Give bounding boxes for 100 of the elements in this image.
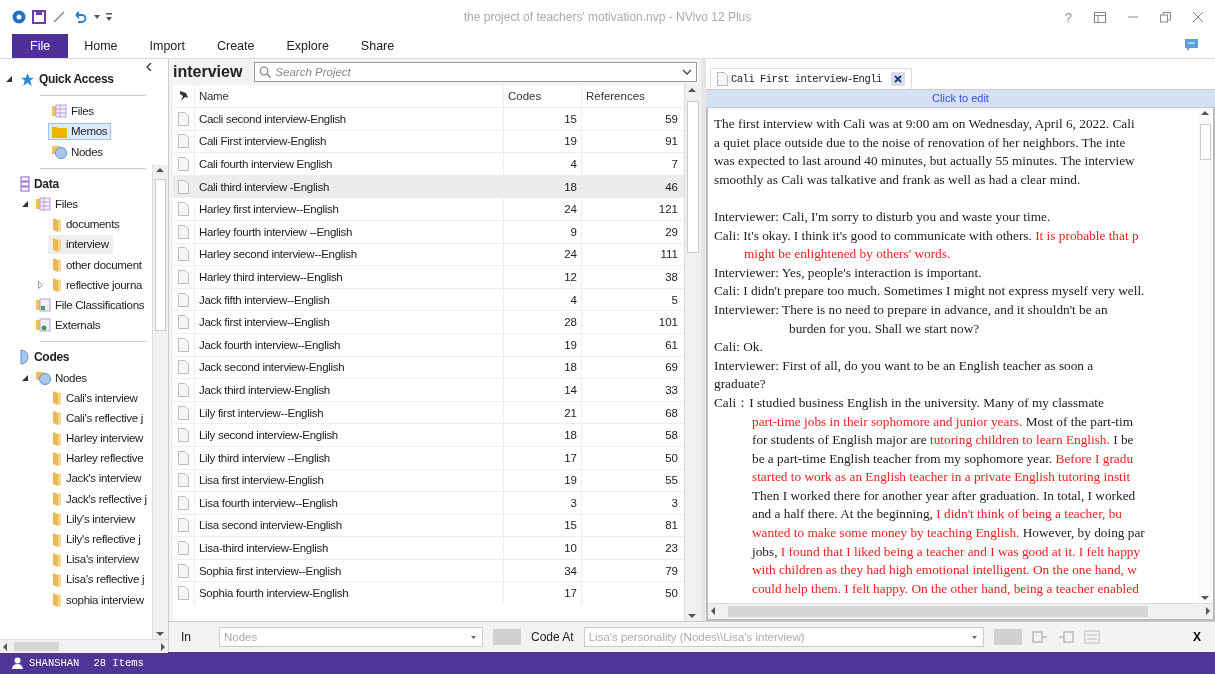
scrollbar[interactable] xyxy=(152,165,168,639)
tree-item[interactable]: Nodes xyxy=(48,142,107,161)
table-row[interactable]: Jack second interview-English 18 69 xyxy=(173,355,684,379)
ribbon-display-icon[interactable] xyxy=(1094,11,1106,23)
close-button[interactable]: X xyxy=(1187,629,1207,645)
tree-item[interactable]: Lisa's interview xyxy=(48,549,143,569)
customize-icon[interactable] xyxy=(106,13,112,21)
chevron-down-icon[interactable] xyxy=(682,69,692,75)
tree-item[interactable]: Files xyxy=(48,102,98,121)
expanded-arrow-icon[interactable] xyxy=(22,201,28,208)
scrollbar[interactable] xyxy=(684,85,701,621)
tree-item[interactable]: File Classifications xyxy=(32,295,149,314)
document-icon xyxy=(178,518,189,533)
table-row[interactable]: Lisa fourth interview--English 3 3 xyxy=(173,491,684,514)
document-icon xyxy=(178,586,189,601)
table-row[interactable]: Jack fourth interview--English 19 61 xyxy=(173,332,684,356)
table-row[interactable]: Harley third interview--English 12 38 xyxy=(173,265,684,288)
undo-icon[interactable] xyxy=(72,10,88,24)
table-row[interactable]: Sophia fourth interview-English 17 50 xyxy=(173,581,684,605)
tree-item[interactable]: interview xyxy=(48,234,113,254)
pencil-icon[interactable] xyxy=(52,10,66,24)
pin-icon[interactable] xyxy=(177,90,190,102)
tree-item[interactable]: Memos xyxy=(48,122,112,140)
expanded-arrow-icon[interactable] xyxy=(22,374,28,381)
table-cell: Cali third interview -English xyxy=(199,180,329,193)
table-row[interactable]: Jack third interview-English 14 33 xyxy=(173,378,684,401)
ribbon-tab[interactable]: File xyxy=(12,34,69,58)
table-row[interactable]: Cali third interview -English 18 46 xyxy=(173,174,684,198)
table-row[interactable]: Lily third interview --English 17 50 xyxy=(173,445,684,469)
tree-item[interactable]: Lily's reflective j xyxy=(48,529,145,549)
tree-item[interactable]: Quick Access xyxy=(16,69,118,89)
expanded-arrow-icon[interactable] xyxy=(6,76,12,83)
ribbon-tab[interactable]: Import xyxy=(133,34,201,58)
ribbon-tab[interactable]: Create xyxy=(200,34,271,58)
click-to-edit-bar[interactable]: Click to edit xyxy=(706,90,1215,108)
collapse-icon[interactable] xyxy=(146,63,152,71)
tree-item[interactable]: Data xyxy=(16,173,63,194)
chat-icon[interactable] xyxy=(1184,38,1199,52)
tree-item[interactable]: Files xyxy=(32,195,82,214)
restore-icon[interactable] xyxy=(1160,11,1171,23)
tree-item[interactable]: documents xyxy=(48,214,124,234)
table-row[interactable]: Cali fourth interview English 4 7 xyxy=(173,152,684,175)
table-row[interactable]: Jack fifth interview--English 4 5 xyxy=(173,287,684,311)
tree-item[interactable]: Lily's interview xyxy=(48,509,139,529)
table-cell: Jack second interview-English xyxy=(199,361,345,374)
tree-item[interactable]: Codes xyxy=(16,347,74,368)
table-cell: 3 xyxy=(671,496,678,509)
collapsed-arrow-icon[interactable] xyxy=(38,280,43,289)
nodes-icon xyxy=(36,370,51,385)
search-field[interactable]: Search Project xyxy=(254,62,697,82)
ribbon-tab[interactable]: Explore xyxy=(270,34,345,58)
tree-item[interactable]: reflective journa xyxy=(48,275,147,295)
table-row[interactable]: Cacli second interview-English 15 59 xyxy=(173,107,684,130)
tree-item[interactable]: Cali's reflective j xyxy=(48,408,148,428)
tree-item[interactable]: Lisa's reflective j xyxy=(48,569,149,589)
table-row[interactable]: Lisa-third interview-English 10 23 xyxy=(173,536,684,559)
table-cell: 14 xyxy=(564,383,577,396)
dropdown-icon[interactable] xyxy=(94,15,100,19)
tree-item[interactable]: Cali's interview xyxy=(48,388,142,408)
document-icon xyxy=(178,382,189,397)
tree-item[interactable]: Harley interview xyxy=(48,428,147,448)
tree-item[interactable]: Jack's interview xyxy=(48,468,146,488)
document-icon xyxy=(178,450,189,465)
table-row[interactable]: Harley fourth interview --English 9 29 xyxy=(173,219,684,243)
text-line: Cali: It's okay. I think it's good to communicate with others. It is probable that p xyxy=(714,226,1140,245)
document-tab[interactable]: Cali First interview-Engli xyxy=(710,68,912,89)
tree-item[interactable]: Harley reflective xyxy=(48,448,148,468)
scrollbar[interactable] xyxy=(708,603,1213,619)
column-header[interactable]: Codes xyxy=(503,85,581,107)
table-row[interactable]: Lisa first interview-English 19 55 xyxy=(173,468,684,492)
table-cell: 101 xyxy=(658,316,678,329)
tree-item[interactable]: Jack's reflective j xyxy=(48,489,151,509)
table-row[interactable]: Harley second interview--English 24 111 xyxy=(173,242,684,266)
help-button[interactable]: ? xyxy=(1064,9,1072,25)
app-logo-icon[interactable] xyxy=(12,10,26,24)
table-cell: 21 xyxy=(564,406,577,419)
tree-item[interactable]: sophia interview xyxy=(48,590,148,610)
tree-item[interactable]: other document xyxy=(48,255,146,275)
tree-item[interactable]: Nodes xyxy=(32,368,91,387)
tree-item[interactable]: Externals xyxy=(32,316,105,335)
column-header[interactable]: References xyxy=(581,85,682,107)
table-row[interactable]: Jack first interview--English 28 101 xyxy=(173,310,684,333)
table-row[interactable]: Lily second interview-English 18 58 xyxy=(173,423,684,446)
table-row[interactable]: Lily first interview--English 21 68 xyxy=(173,400,684,424)
document-icon xyxy=(178,111,189,126)
table-row[interactable]: Sophia first interview--English 34 79 xyxy=(173,558,684,582)
folder-title: interview xyxy=(173,63,243,81)
scrollbar[interactable] xyxy=(1198,108,1213,603)
table-cell: 46 xyxy=(665,180,678,193)
folder-icon xyxy=(52,491,62,507)
column-header[interactable]: Name xyxy=(195,90,503,102)
scrollbar[interactable] xyxy=(0,639,168,653)
table-row[interactable]: Lisa second interview-English 15 81 xyxy=(173,513,684,537)
document-icon xyxy=(178,405,189,420)
close-icon[interactable] xyxy=(890,72,905,86)
ribbon-tab[interactable]: Home xyxy=(68,34,134,58)
ribbon-tab[interactable]: Share xyxy=(344,34,411,58)
save-icon[interactable] xyxy=(32,10,46,24)
table-row[interactable]: Harley first interview--English 24 121 xyxy=(173,197,684,220)
table-row[interactable]: Cali First interview-English 19 91 xyxy=(173,129,684,153)
